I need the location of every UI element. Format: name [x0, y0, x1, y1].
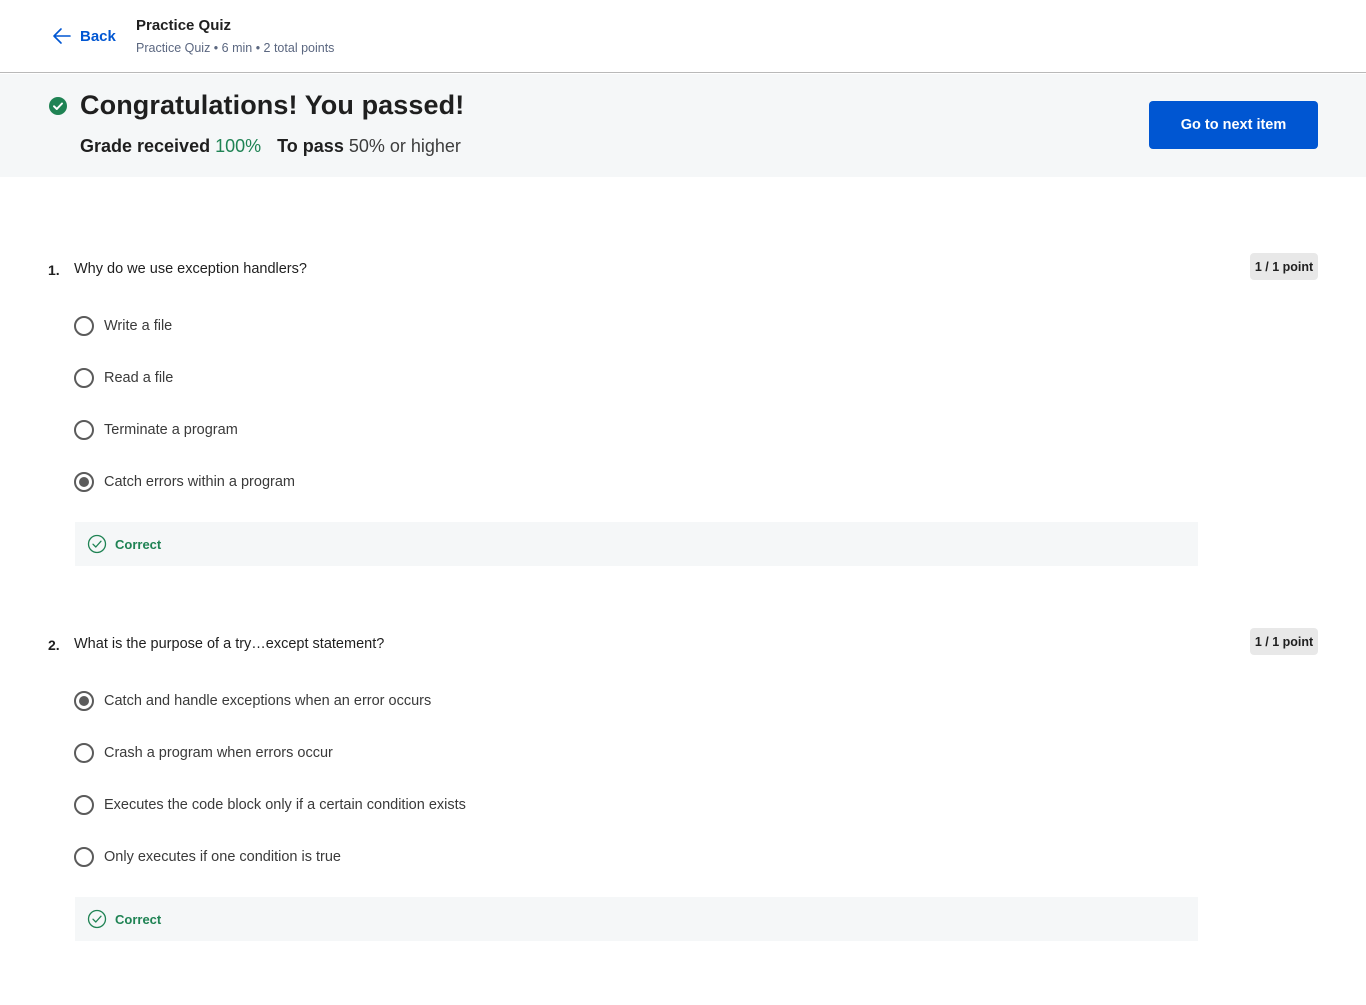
question-text: What is the purpose of a try…except stat…: [74, 636, 385, 652]
question-number: 2.: [48, 637, 60, 653]
answer-option[interactable]: Read a file: [74, 367, 173, 389]
feedback-correct: Correct: [75, 522, 1198, 566]
pass-threshold-label: To pass: [277, 136, 344, 156]
option-label: Only executes if one condition is true: [104, 849, 341, 865]
pass-message: Congratulations! You passed!: [80, 90, 465, 120]
feedback-label: Correct: [115, 911, 162, 927]
answer-option[interactable]: Executes the code block only if a certai…: [74, 794, 466, 816]
quiz-meta: Practice Quiz • 6 min • 2 total points: [136, 41, 335, 55]
back-button[interactable]: Back: [52, 24, 116, 48]
feedback-label: Correct: [115, 536, 162, 552]
option-label: Write a file: [104, 318, 173, 334]
radio-button[interactable]: [74, 368, 94, 388]
answer-option[interactable]: Crash a program when errors occur: [74, 742, 333, 764]
option-label: Catch errors within a program: [104, 474, 295, 490]
go-to-next-item-button[interactable]: Go to next item: [1149, 101, 1318, 149]
radio-button[interactable]: [74, 743, 94, 763]
answer-option[interactable]: Only executes if one condition is true: [74, 846, 341, 868]
top-header: Back Practice Quiz Practice Quiz • 6 min…: [0, 0, 1366, 73]
radio-button-selected[interactable]: [74, 691, 94, 711]
check-circle-icon: [49, 97, 67, 115]
arrow-left-icon: [53, 28, 71, 44]
back-label[interactable]: Back: [80, 28, 116, 45]
radio-button[interactable]: [74, 316, 94, 336]
points-badge: 1 / 1 point: [1250, 628, 1318, 655]
option-label: Catch and handle exceptions when an erro…: [104, 693, 432, 709]
answer-option-selected[interactable]: Catch errors within a program: [74, 471, 295, 493]
option-label: Executes the code block only if a certai…: [104, 797, 466, 813]
grade-value: 100%: [215, 136, 262, 156]
question-text: Why do we use exception handlers?: [74, 261, 307, 277]
page-title: Practice Quiz: [136, 17, 232, 34]
option-label: Crash a program when errors occur: [104, 745, 333, 761]
answer-option[interactable]: Terminate a program: [74, 419, 238, 441]
answer-option[interactable]: Write a file: [74, 315, 172, 337]
grade-label: Grade received: [80, 136, 211, 156]
check-circle-outline-icon: [87, 909, 107, 929]
radio-button-selected[interactable]: [74, 472, 94, 492]
points-badge: 1 / 1 point: [1250, 253, 1318, 280]
option-label: Read a file: [104, 370, 174, 386]
check-circle-outline-icon: [87, 534, 107, 554]
radio-button[interactable]: [74, 847, 94, 867]
pass-threshold-value: 50% or higher: [348, 136, 461, 156]
grade-summary: Grade received 100% To pass 50% or highe…: [80, 136, 461, 157]
feedback-correct: Correct: [75, 897, 1198, 941]
question-number: 1.: [48, 262, 60, 278]
answer-option-selected[interactable]: Catch and handle exceptions when an erro…: [74, 690, 431, 712]
radio-button[interactable]: [74, 795, 94, 815]
radio-button[interactable]: [74, 420, 94, 440]
option-label: Terminate a program: [104, 422, 238, 438]
